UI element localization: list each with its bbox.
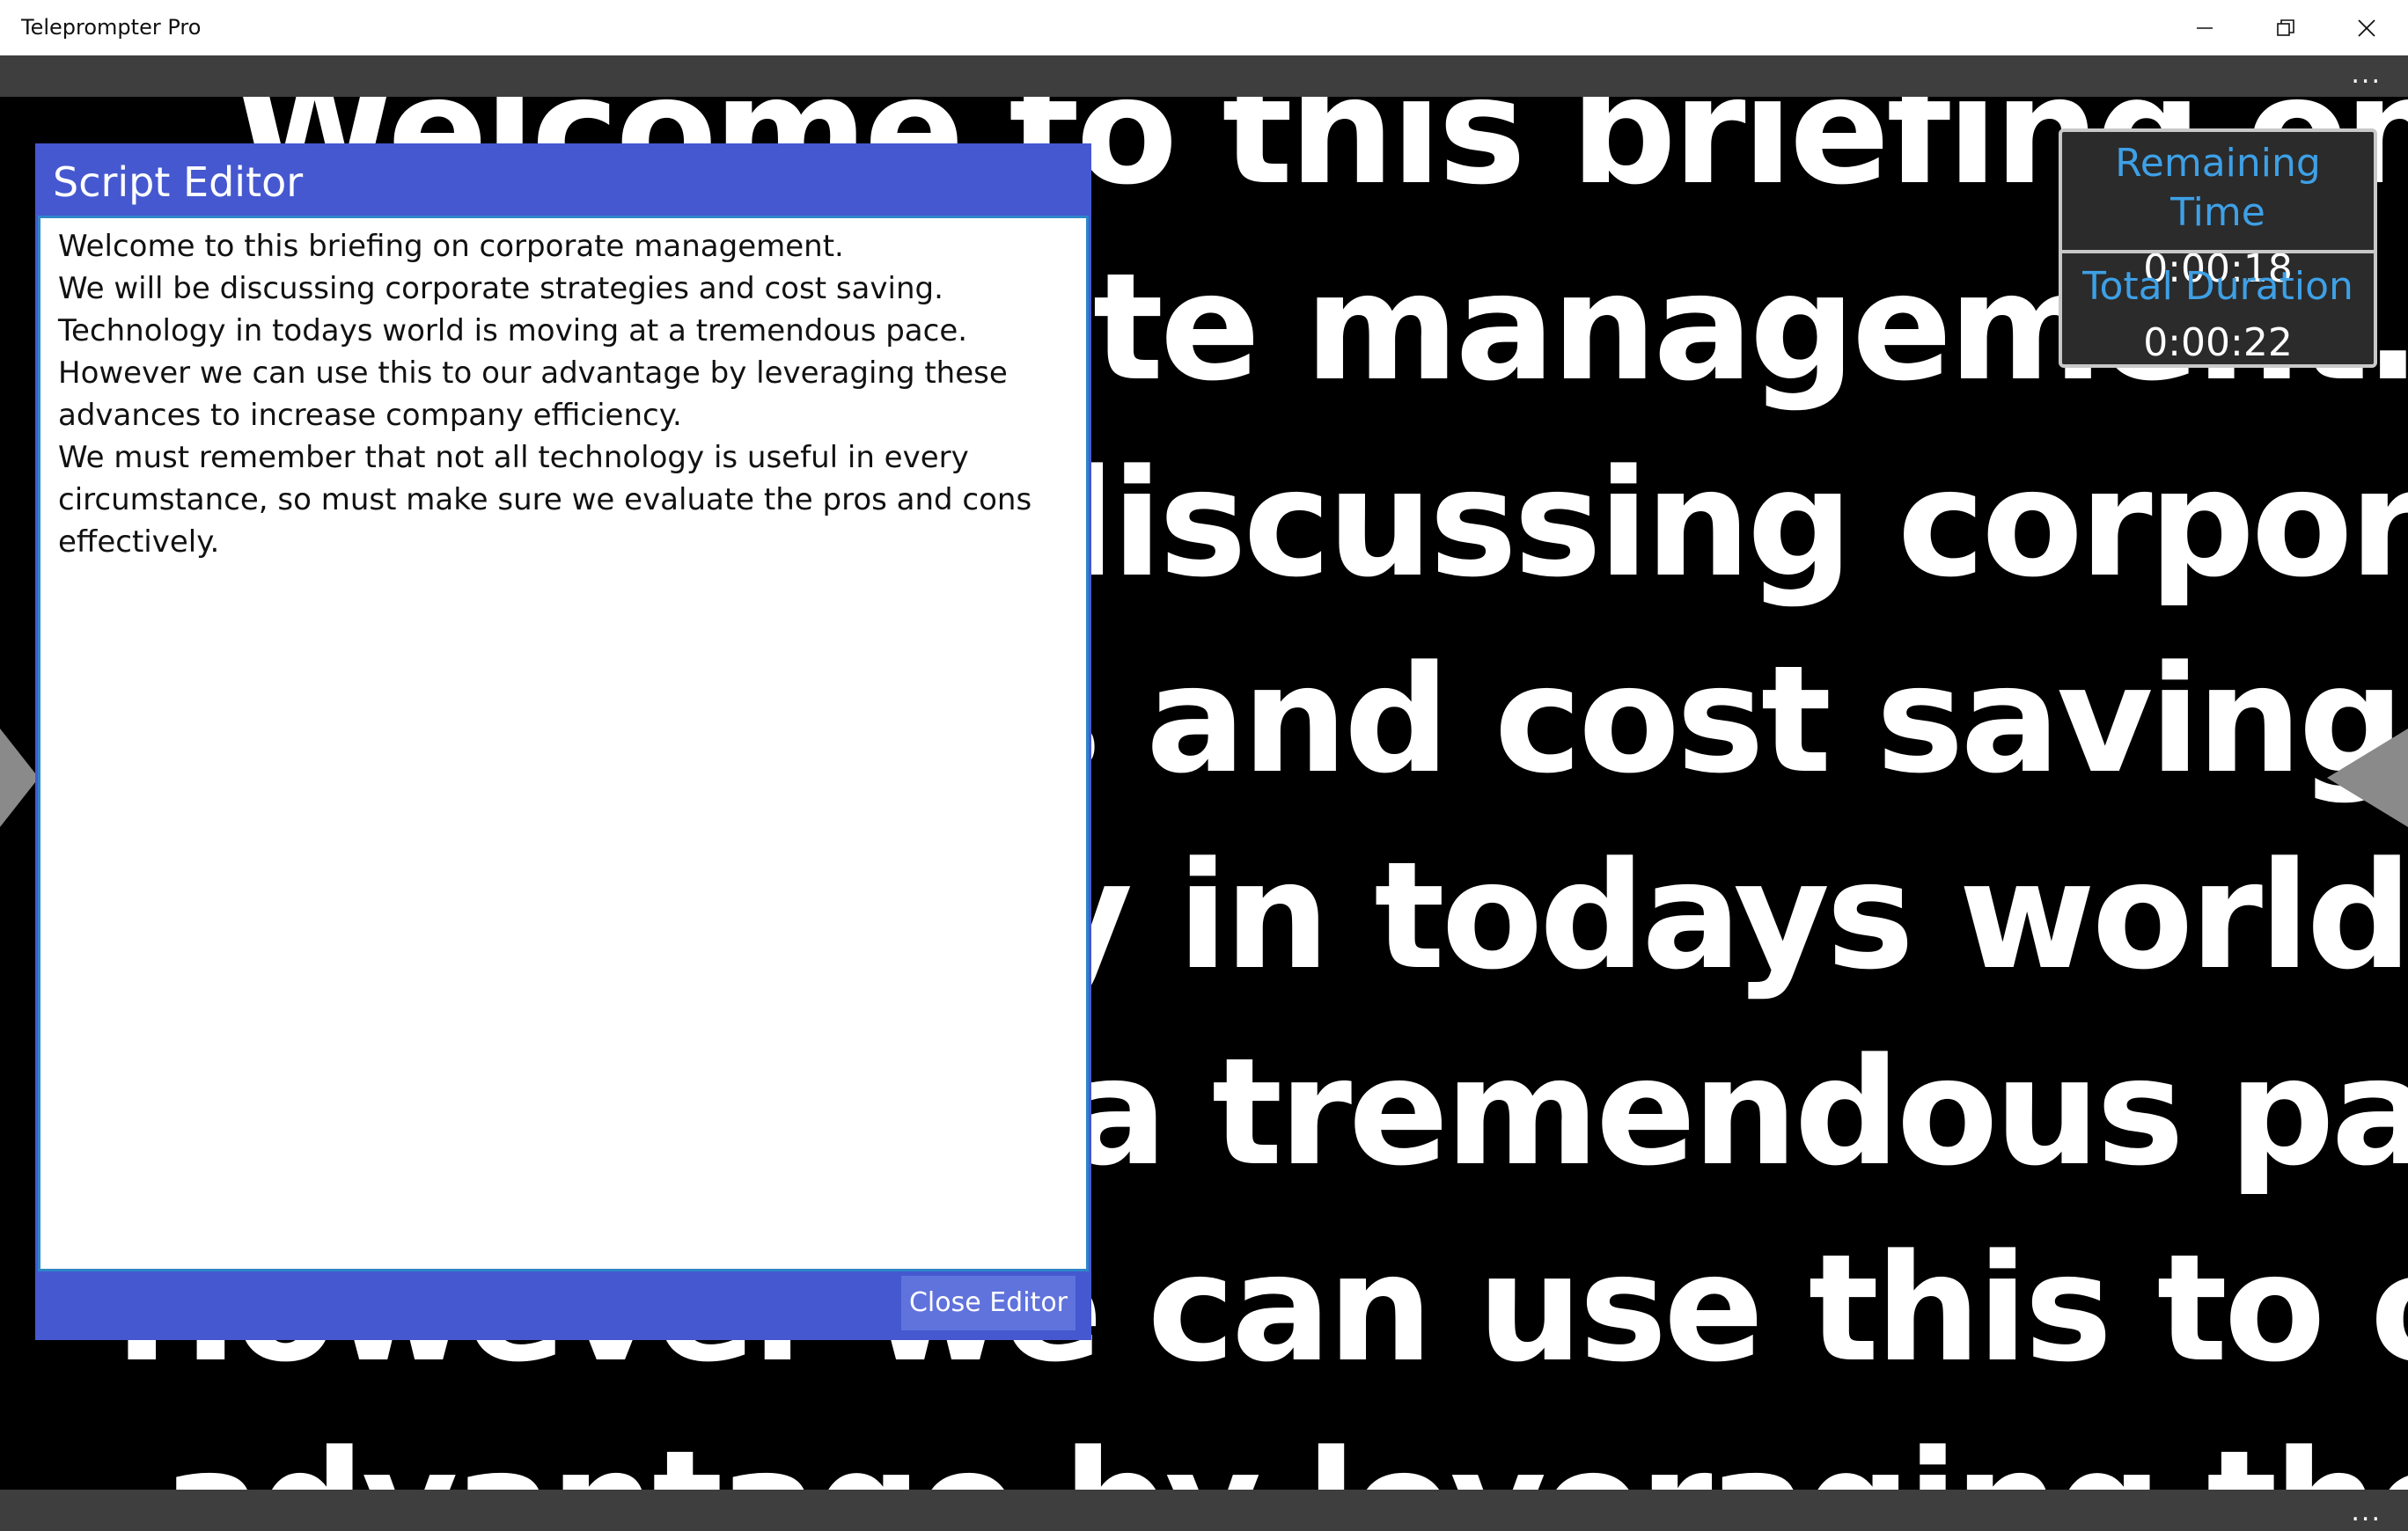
restore-button[interactable] — [2246, 0, 2325, 55]
script-editor-dialog: Script Editor Welcome to this briefing o… — [35, 143, 1091, 1340]
restore-icon — [2277, 18, 2294, 36]
title-bar: Teleprompter Pro — [0, 0, 2408, 55]
previous-arrow-icon[interactable] — [0, 729, 39, 827]
timer-panel: Remaining Time 0:00:18 Total Duration 0:… — [2059, 128, 2377, 368]
app-window: Teleprompter Pro Welcome to this briefin… — [0, 0, 2408, 1531]
script-text[interactable]: Welcome to this briefing on corporate ma… — [58, 225, 1074, 563]
close-button[interactable] — [2327, 0, 2406, 55]
top-command-bar: ... — [0, 55, 2408, 97]
minimize-button[interactable] — [2165, 0, 2244, 55]
total-duration-value: 0:00:22 — [2143, 320, 2293, 365]
more-options-button[interactable]: ... — [2351, 1499, 2382, 1526]
script-text-area[interactable]: Welcome to this briefing on corporate ma… — [38, 216, 1089, 1271]
close-editor-button[interactable]: Close Editor — [901, 1276, 1076, 1330]
close-icon — [2358, 18, 2375, 37]
more-options-button[interactable]: ... — [2351, 62, 2382, 88]
window-title: Teleprompter Pro — [21, 15, 202, 40]
next-arrow-icon[interactable] — [2327, 729, 2408, 827]
remaining-time-label: Remaining Time — [2115, 141, 2321, 235]
prompter-line: advantage by leveraging these — [0, 1407, 2408, 1490]
total-duration-label: Total Duration — [2082, 264, 2353, 309]
minimize-icon — [2197, 26, 2213, 29]
script-editor-title: Script Editor — [53, 158, 304, 206]
bottom-command-bar: ... — [0, 1490, 2408, 1531]
timer-divider — [2062, 250, 2374, 253]
